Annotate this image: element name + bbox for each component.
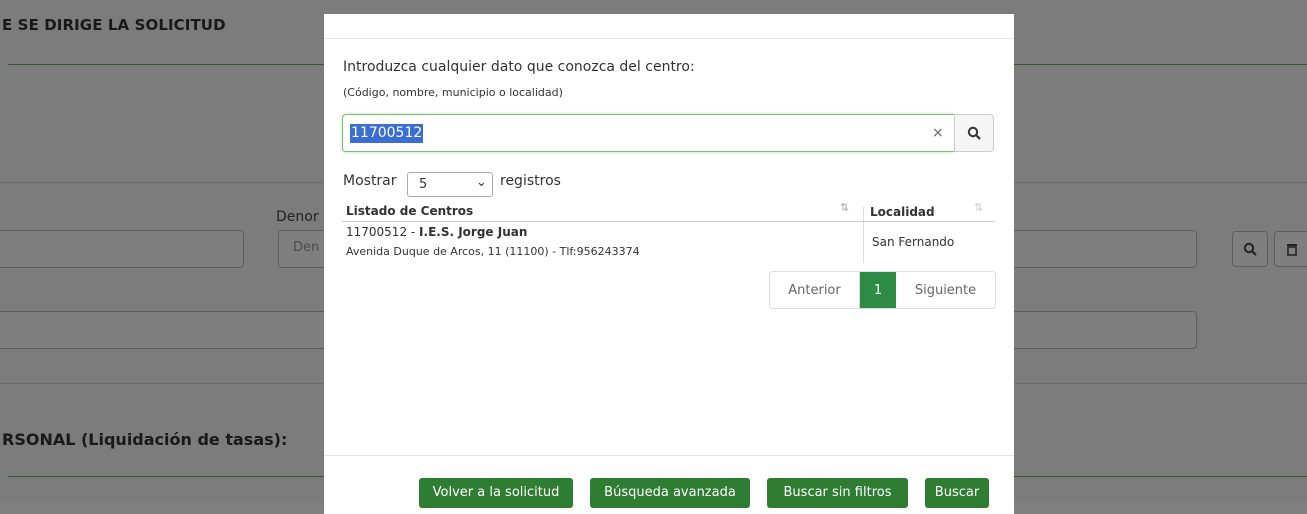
clear-icon[interactable]: × [932, 125, 944, 141]
search-input-value: 11700512 [350, 124, 424, 143]
column-header-localidad[interactable]: Localidad [870, 205, 935, 219]
centro-address: Avenida Duque de Arcos, 11 (11100) - Tlf… [346, 245, 640, 258]
search-input[interactable]: 11700512 × [342, 114, 954, 152]
buscar-sin-filtros-button[interactable]: Buscar sin filtros [767, 478, 908, 508]
pagination: Anterior 1 Siguiente [769, 271, 996, 309]
modal-footer-divider [324, 455, 1014, 456]
search-icon [967, 126, 981, 140]
column-divider [863, 207, 864, 263]
records-per-page-select[interactable]: 5 ⌄ [407, 172, 493, 197]
pagination-next[interactable]: Siguiente [896, 272, 995, 308]
search-group: 11700512 × [342, 114, 994, 152]
search-button[interactable] [954, 114, 994, 152]
records-per-page-value: 5 [419, 177, 428, 192]
centro-name: I.E.S. Jorge Juan [419, 225, 528, 239]
buscar-button[interactable]: Buscar [925, 478, 989, 508]
pagination-previous[interactable]: Anterior [770, 272, 860, 308]
length-suffix: registros [500, 173, 561, 189]
modal-header [324, 14, 1014, 39]
search-hint: (Código, nombre, municipio o localidad) [343, 86, 563, 99]
busqueda-avanzada-button[interactable]: Búsqueda avanzada [590, 478, 750, 508]
centro-code: 11700512 - [346, 225, 420, 239]
centro-title: 11700512 - I.E.S. Jorge Juan [346, 225, 527, 239]
header-divider [342, 221, 995, 222]
sort-icon[interactable]: ⇅ [840, 201, 849, 214]
chevron-down-icon: ⌄ [476, 175, 487, 190]
search-intro: Introduzca cualquier dato que conozca de… [343, 59, 695, 75]
pagination-page-1[interactable]: 1 [860, 272, 896, 308]
centro-search-modal: Introduzca cualquier dato que conozca de… [324, 14, 1014, 514]
volver-solicitud-button[interactable]: Volver a la solicitud [419, 478, 573, 508]
centro-localidad: San Fernando [872, 235, 955, 249]
column-header-centros[interactable]: Listado de Centros [346, 204, 473, 218]
length-prefix: Mostrar [343, 173, 397, 189]
sort-icon[interactable]: ⇅ [974, 201, 983, 214]
